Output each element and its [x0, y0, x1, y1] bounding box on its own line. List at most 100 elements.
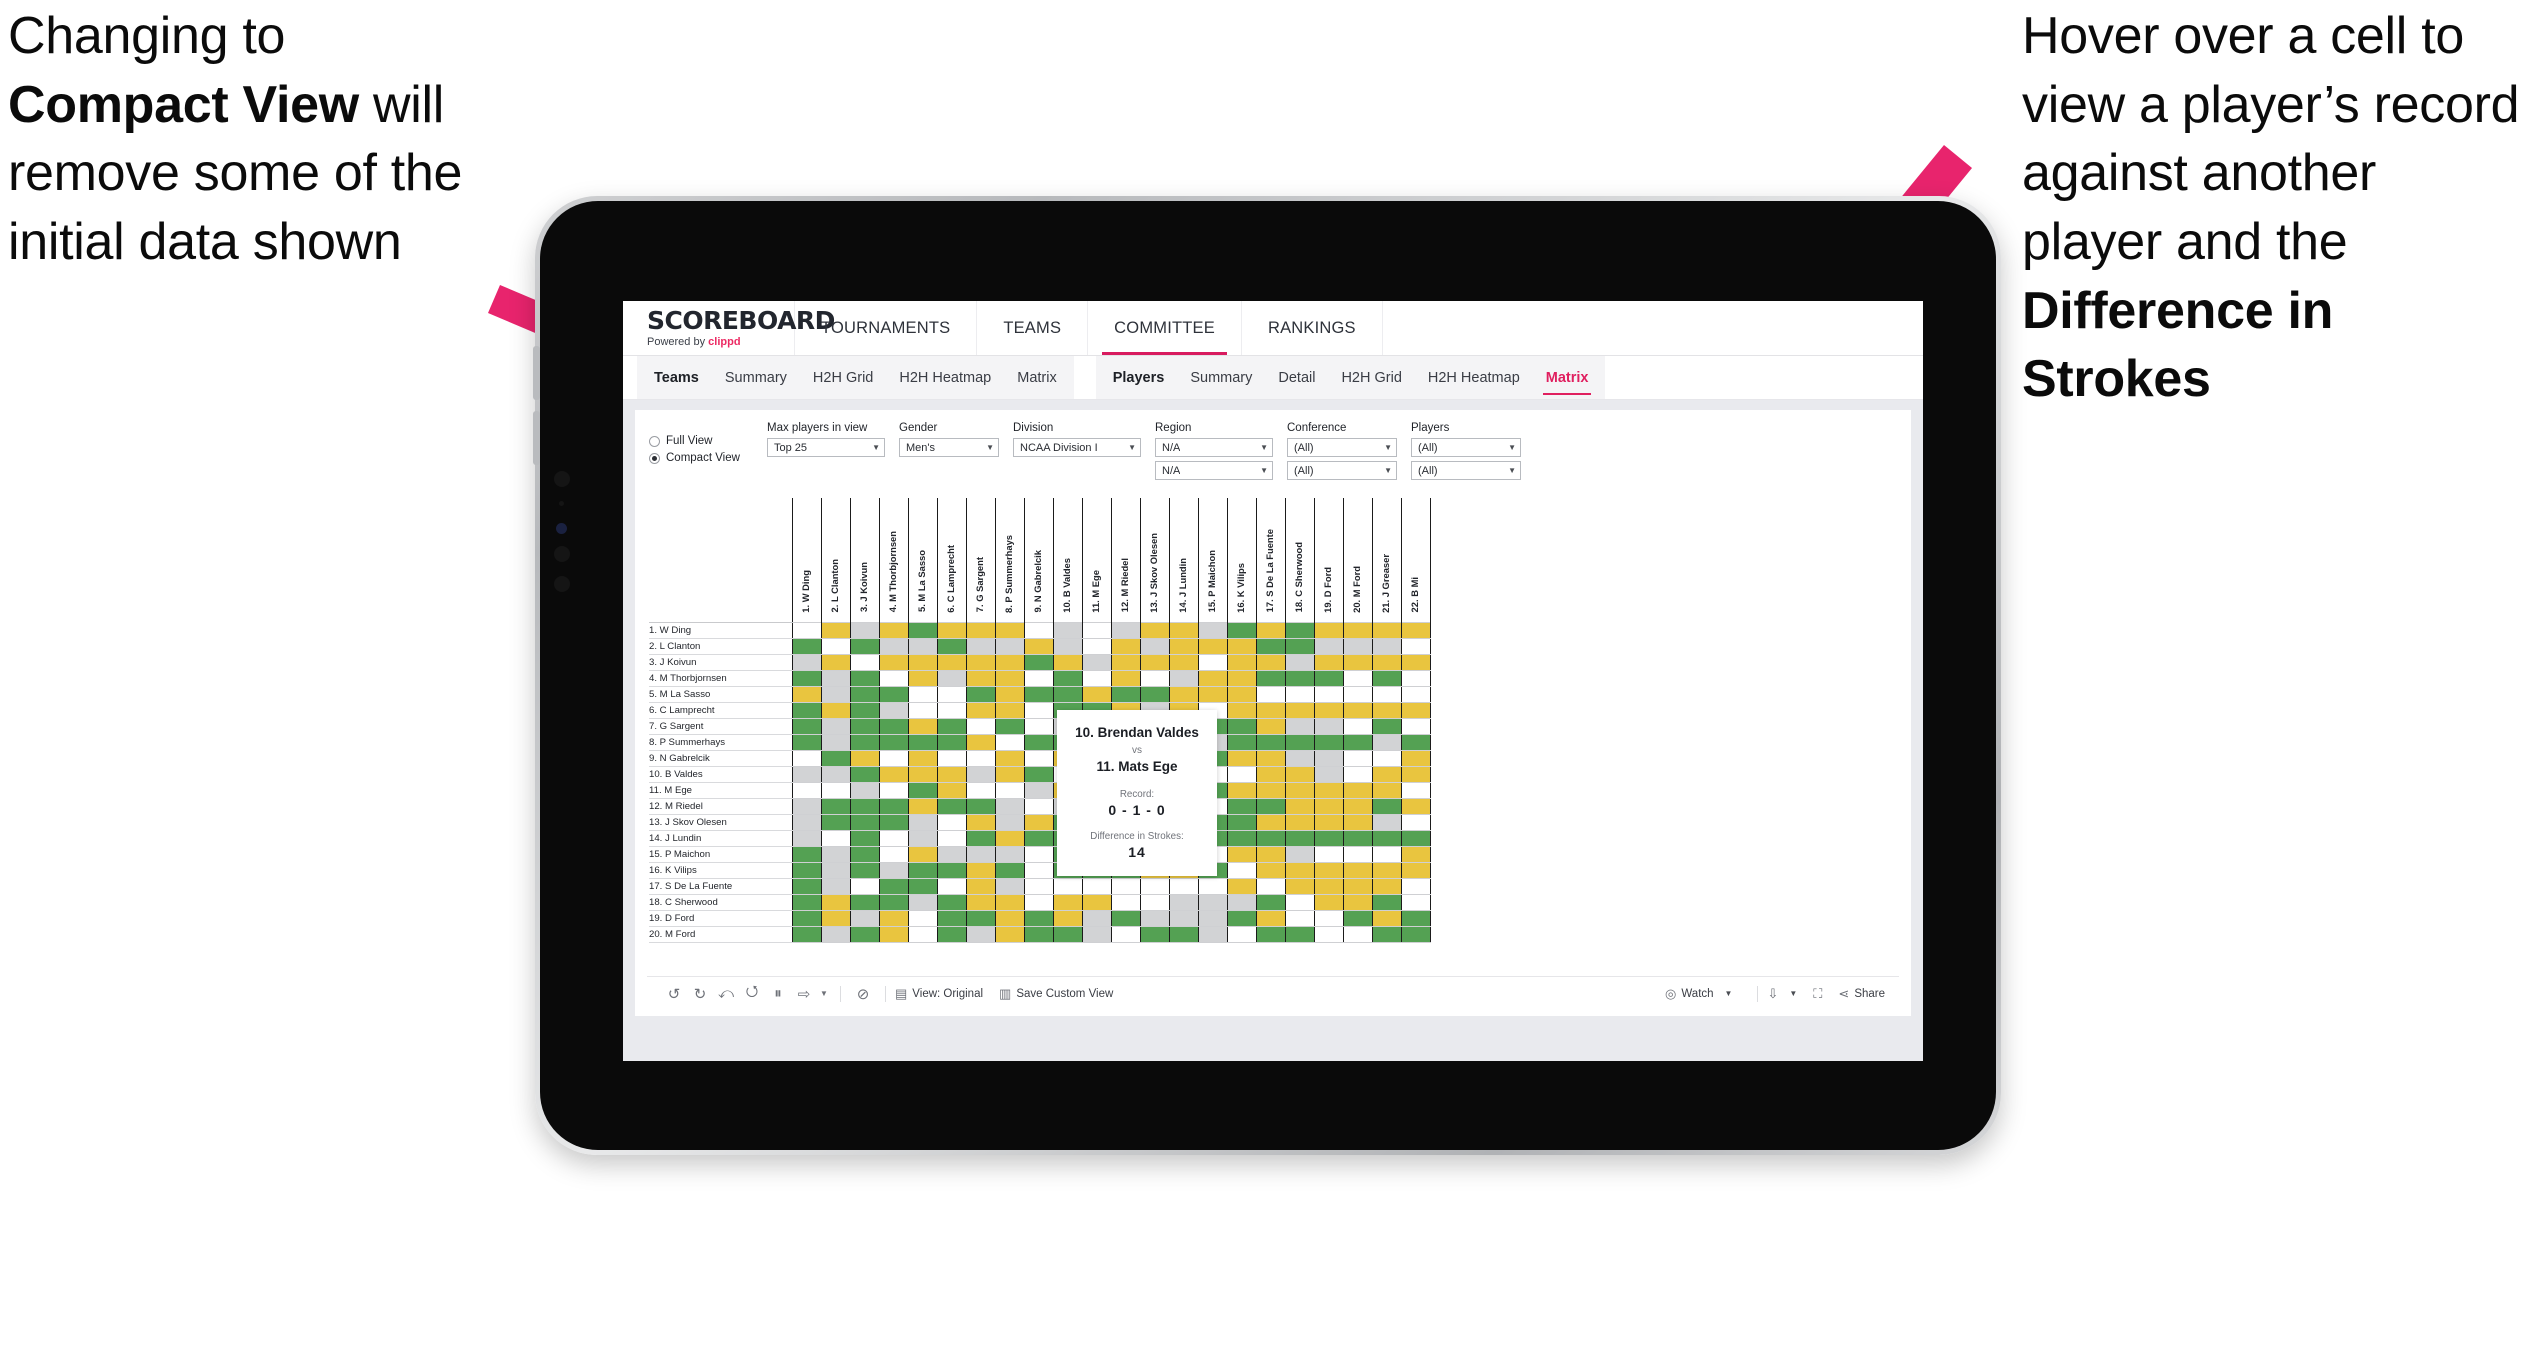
matrix-cell[interactable] [1400, 909, 1431, 927]
watch-button[interactable]: ◎ Watch ▼ [1665, 986, 1732, 1002]
matrix-cell[interactable] [791, 797, 822, 815]
matrix-cell[interactable] [1400, 637, 1431, 655]
matrix-cell[interactable] [849, 909, 880, 927]
matrix-cell[interactable] [820, 669, 851, 687]
matrix-cell[interactable] [965, 845, 996, 863]
matrix-cell[interactable] [1226, 653, 1257, 671]
matrix-cell[interactable] [1400, 669, 1431, 687]
matrix-cell[interactable] [1226, 701, 1257, 719]
subnav-players-summary[interactable]: Summary [1177, 356, 1265, 399]
matrix-cell[interactable] [878, 877, 909, 895]
matrix-cell[interactable] [965, 765, 996, 783]
matrix-cell[interactable] [1255, 669, 1286, 687]
matrix-cell[interactable] [1168, 621, 1199, 639]
matrix-cell[interactable] [994, 909, 1025, 927]
matrix-cell[interactable] [965, 669, 996, 687]
matrix-cell[interactable] [1371, 733, 1402, 751]
matrix-cell[interactable] [936, 653, 967, 671]
matrix-cell[interactable] [994, 845, 1025, 863]
filter-players-select-2[interactable]: (All) ▼ [1411, 461, 1521, 480]
matrix-cell[interactable] [1139, 653, 1170, 671]
matrix-cell[interactable] [1313, 829, 1344, 847]
matrix-cell[interactable] [1313, 669, 1344, 687]
matrix-col-header[interactable]: 20. M Ford [1342, 498, 1373, 622]
matrix-cell[interactable] [1284, 653, 1315, 671]
matrix-cell[interactable] [791, 845, 822, 863]
matrix-cell[interactable] [1284, 877, 1315, 895]
matrix-cell[interactable] [1110, 621, 1141, 639]
matrix-cell[interactable] [965, 893, 996, 911]
matrix-cell[interactable] [1400, 877, 1431, 895]
matrix-cell[interactable] [1342, 893, 1373, 911]
matrix-cell[interactable] [878, 797, 909, 815]
matrix-cell[interactable] [936, 637, 967, 655]
matrix-cell[interactable] [1023, 749, 1054, 767]
matrix-cell[interactable] [936, 717, 967, 735]
matrix-cell[interactable] [1197, 909, 1228, 927]
matrix-cell[interactable] [1284, 765, 1315, 783]
matrix-cell[interactable] [1342, 669, 1373, 687]
matrix-cell[interactable] [1284, 733, 1315, 751]
matrix-cell[interactable] [1052, 621, 1083, 639]
matrix-cell[interactable] [936, 621, 967, 639]
matrix-cell[interactable] [936, 781, 967, 799]
matrix-cell[interactable] [1255, 909, 1286, 927]
filter-region-select-2[interactable]: N/A ▼ [1155, 461, 1273, 480]
matrix-cell[interactable] [878, 621, 909, 639]
matrix-cell[interactable] [1139, 877, 1170, 895]
matrix-cell[interactable] [849, 653, 880, 671]
matrix-cell[interactable] [1371, 861, 1402, 879]
matrix-cell[interactable] [878, 685, 909, 703]
matrix-cell[interactable] [1052, 925, 1083, 943]
matrix-cell[interactable] [849, 669, 880, 687]
matrix-cell[interactable] [1197, 653, 1228, 671]
matrix-row-header[interactable]: 19. D Ford [649, 909, 792, 927]
matrix-cell[interactable] [820, 893, 851, 911]
matrix-cell[interactable] [1371, 621, 1402, 639]
matrix-cell[interactable] [994, 749, 1025, 767]
matrix-cell[interactable] [994, 877, 1025, 895]
matrix-cell[interactable] [1371, 893, 1402, 911]
matrix-cell[interactable] [936, 765, 967, 783]
matrix-cell[interactable] [1023, 909, 1054, 927]
matrix-cell[interactable] [936, 669, 967, 687]
matrix-cell[interactable] [1371, 653, 1402, 671]
matrix-cell[interactable] [1023, 621, 1054, 639]
matrix-cell[interactable] [1081, 621, 1112, 639]
matrix-cell[interactable] [907, 701, 938, 719]
matrix-cell[interactable] [791, 621, 822, 639]
matrix-cell[interactable] [1226, 637, 1257, 655]
matrix-cell[interactable] [965, 701, 996, 719]
matrix-cell[interactable] [1168, 637, 1199, 655]
matrix-cell[interactable] [820, 925, 851, 943]
matrix-col-header[interactable]: 5. M La Sasso [907, 498, 938, 622]
matrix-row-header[interactable]: 20. M Ford [649, 925, 792, 943]
matrix-row-header[interactable]: 12. M Riedel [649, 797, 792, 815]
matrix-cell[interactable] [791, 925, 822, 943]
matrix-cell[interactable] [1371, 685, 1402, 703]
matrix-cell[interactable] [907, 861, 938, 879]
matrix-cell[interactable] [878, 781, 909, 799]
fullscreen-button[interactable]: ⛶ [1813, 986, 1822, 1002]
matrix-cell[interactable] [1342, 749, 1373, 767]
matrix-cell[interactable] [965, 653, 996, 671]
matrix-cell[interactable] [1342, 637, 1373, 655]
matrix-cell[interactable] [1168, 685, 1199, 703]
matrix-cell[interactable] [791, 861, 822, 879]
matrix-cell[interactable] [1313, 893, 1344, 911]
matrix-cell[interactable] [791, 653, 822, 671]
matrix-cell[interactable] [1371, 925, 1402, 943]
matrix-cell[interactable] [1342, 909, 1373, 927]
matrix-cell[interactable] [820, 781, 851, 799]
matrix-cell[interactable] [878, 861, 909, 879]
matrix-cell[interactable] [1400, 781, 1431, 799]
scoreboard-logo[interactable]: SCOREBOARD Powered by clippd [623, 301, 835, 355]
matrix-cell[interactable] [994, 861, 1025, 879]
matrix-cell[interactable] [1197, 685, 1228, 703]
matrix-cell[interactable] [1168, 893, 1199, 911]
matrix-cell[interactable] [878, 701, 909, 719]
matrix-cell[interactable] [1313, 861, 1344, 879]
matrix-cell[interactable] [849, 717, 880, 735]
matrix-cell[interactable] [1110, 685, 1141, 703]
matrix-cell[interactable] [1226, 813, 1257, 831]
